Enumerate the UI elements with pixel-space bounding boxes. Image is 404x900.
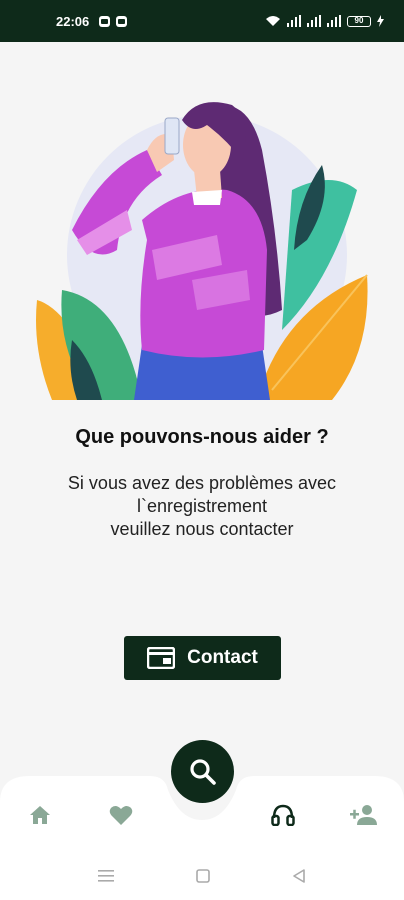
contact-card-icon	[147, 647, 176, 669]
square-icon	[196, 869, 210, 883]
system-navigation-bar	[0, 852, 404, 900]
status-right: 90	[265, 15, 384, 27]
nav-favorites[interactable]	[101, 800, 141, 830]
battery-icon: 90	[347, 15, 371, 27]
home-icon	[30, 806, 50, 824]
signal-icon	[287, 15, 301, 27]
help-message-line-2: l`enregistrement	[136, 496, 268, 516]
status-left: 22:06	[56, 13, 128, 29]
charging-icon	[377, 15, 384, 27]
nav-add-user[interactable]	[344, 800, 384, 830]
help-message: Si vous avez des problèmes avec l`enregi…	[0, 472, 404, 541]
message-notification-icon	[99, 15, 111, 27]
back-triangle-icon	[293, 869, 305, 883]
add-person-icon	[350, 805, 377, 825]
signal-icon-3	[327, 15, 341, 27]
status-bar: 22:06 90	[0, 0, 404, 42]
nav-home[interactable]	[20, 800, 60, 830]
menu-lines-icon	[98, 870, 114, 882]
nav-support[interactable]	[263, 800, 303, 830]
search-icon	[189, 758, 216, 785]
contact-button[interactable]: Contact	[124, 636, 281, 680]
help-message-line-3: veuillez nous contacter	[110, 519, 294, 539]
back-system-button[interactable]	[289, 868, 309, 884]
support-illustration	[36, 102, 368, 400]
signal-icon-2	[307, 15, 321, 27]
contact-button-label: Contact	[187, 647, 258, 668]
search-fab[interactable]	[171, 740, 234, 803]
status-time: 22:06	[56, 13, 90, 29]
help-message-line-1: Si vous avez des problèmes avec	[67, 473, 337, 493]
home-system-button[interactable]	[193, 868, 213, 884]
heart-icon	[109, 805, 133, 825]
page-title: Que pouvons-nous aider ?	[75, 426, 329, 448]
wifi-icon	[266, 16, 280, 26]
chat-notification-icon	[116, 15, 128, 27]
headset-icon	[271, 804, 295, 826]
recent-apps-button[interactable]	[96, 868, 116, 884]
